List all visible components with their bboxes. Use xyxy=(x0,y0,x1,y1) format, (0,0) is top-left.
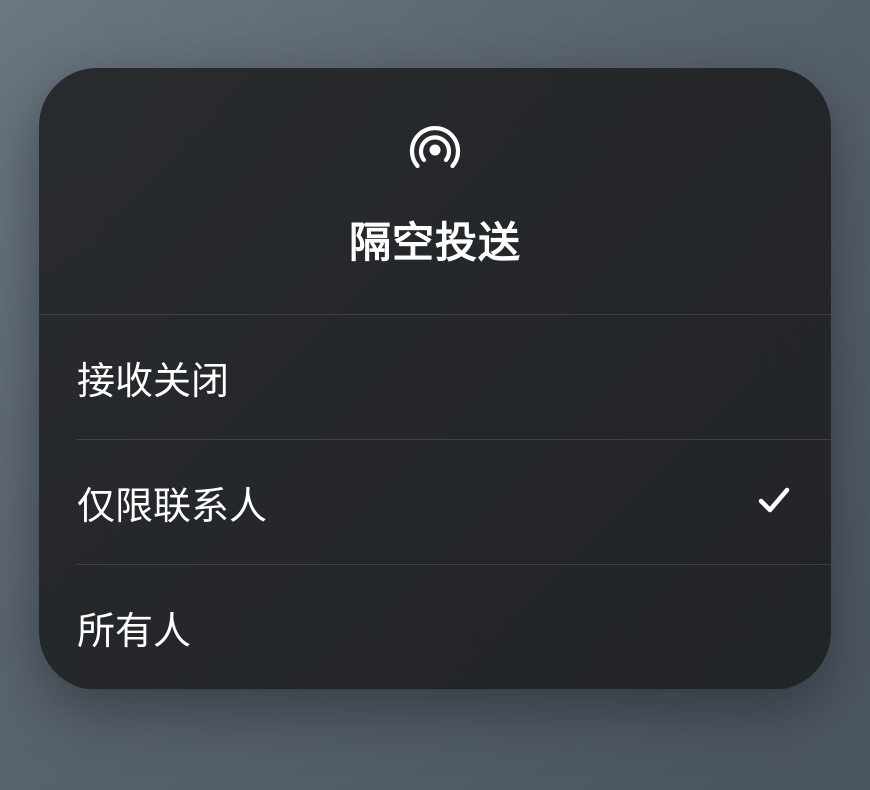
option-list: 接收关闭 仅限联系人 所有人 xyxy=(39,315,831,690)
option-receiving-off[interactable]: 接收关闭 xyxy=(39,315,831,439)
panel-header: 隔空投送 xyxy=(39,68,831,315)
airdrop-settings-panel: 隔空投送 接收关闭 仅限联系人 所有人 xyxy=(39,68,831,690)
option-label: 所有人 xyxy=(77,600,191,655)
option-everyone[interactable]: 所有人 xyxy=(39,565,831,689)
panel-title: 隔空投送 xyxy=(349,209,521,270)
option-contacts-only[interactable]: 仅限联系人 xyxy=(39,440,831,564)
option-label: 接收关闭 xyxy=(77,350,229,405)
checkmark-icon xyxy=(755,481,793,524)
airdrop-icon xyxy=(404,112,466,179)
option-label: 仅限联系人 xyxy=(77,475,267,530)
divider xyxy=(39,689,831,690)
